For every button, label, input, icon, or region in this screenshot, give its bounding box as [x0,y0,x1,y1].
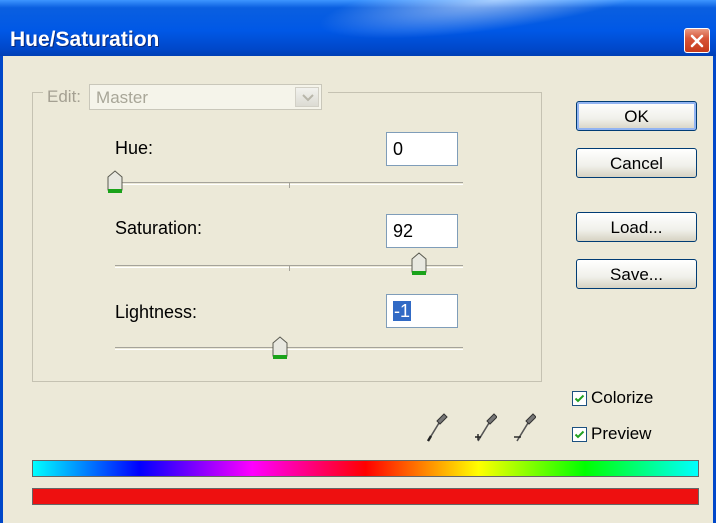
ok-button[interactable]: OK [576,101,697,131]
output-hue-spectrum [32,488,699,505]
edit-select-value: Master [96,88,148,107]
eyedropper-minus-icon[interactable] [512,410,536,444]
edit-label: Edit: [47,87,82,106]
checkmark-icon [574,394,585,402]
edit-row: Edit: Master [43,84,329,110]
input-hue-spectrum [32,460,699,477]
hue-input[interactable]: 0 [386,132,458,166]
hue-slider-thumb[interactable] [106,170,124,194]
checkmark-icon [574,430,585,438]
lightness-input[interactable]: -1 [386,294,458,328]
hue-slider-center-tick [289,182,290,188]
saturation-slider-thumb[interactable] [410,252,428,276]
preview-checkbox[interactable] [572,426,587,442]
load-button[interactable]: Load... [576,212,697,242]
edit-select-arrow[interactable] [295,87,320,107]
close-button[interactable] [684,28,710,53]
eyedropper-icon[interactable] [425,410,449,444]
colorize-option[interactable]: Colorize [572,388,653,408]
saturation-slider-center-tick [289,265,290,271]
colorize-checkbox[interactable] [572,390,587,406]
edit-select[interactable]: Master [89,84,323,110]
preview-option[interactable]: Preview [572,424,651,444]
eyedropper-plus-icon[interactable] [473,410,497,444]
colorize-label: Colorize [591,388,654,407]
lightness-input-selection: -1 [393,301,412,321]
saturation-label: Saturation: [115,218,203,238]
window-title: Hue/Saturation [10,28,160,51]
lightness-label: Lightness: [115,302,198,322]
lightness-slider-thumb[interactable] [271,336,289,360]
save-button[interactable]: Save... [576,259,697,289]
hue-label: Hue: [115,138,154,158]
title-bar[interactable]: Hue/Saturation [0,0,716,56]
preview-label: Preview [591,424,652,443]
chevron-down-icon [302,94,314,102]
title-bar-highlight [313,0,679,55]
close-icon [690,34,704,48]
cancel-button[interactable]: Cancel [576,148,697,178]
saturation-input[interactable]: 92 [386,214,458,248]
lightness-slider-track[interactable] [115,347,463,350]
